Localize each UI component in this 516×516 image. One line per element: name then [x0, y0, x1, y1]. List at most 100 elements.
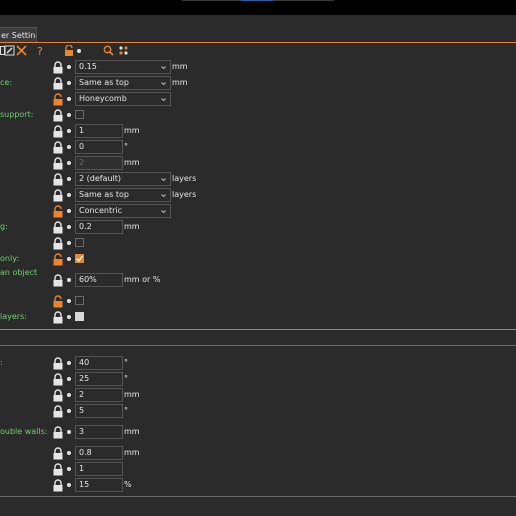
- setting-combo[interactable]: Same as top: [75, 188, 171, 202]
- setting-checkbox[interactable]: [75, 296, 84, 305]
- system-value-dot-icon[interactable]: [67, 299, 71, 303]
- unlock-icon[interactable]: [52, 205, 64, 218]
- lock-icon[interactable]: [52, 157, 64, 170]
- system-value-dot-icon[interactable]: [67, 97, 71, 101]
- system-value-dot-icon[interactable]: [67, 177, 71, 181]
- setting-row: 5 °: [0, 404, 516, 420]
- lock-icon[interactable]: [52, 141, 64, 154]
- unit-label: layers: [172, 174, 197, 183]
- system-value-dot-icon[interactable]: [67, 315, 71, 319]
- system-value-dot-icon[interactable]: [67, 467, 71, 471]
- system-value-dot-icon[interactable]: [67, 145, 71, 149]
- setting-combo[interactable]: 0.15: [75, 60, 171, 74]
- unit-label: mm: [124, 126, 140, 135]
- setting-value: 60%: [79, 275, 97, 284]
- lock-icon[interactable]: [52, 173, 64, 186]
- lock-icon[interactable]: [52, 61, 64, 74]
- system-value-dot-icon[interactable]: [67, 409, 71, 413]
- lock-icon[interactable]: [52, 311, 64, 324]
- setting-value: 0.8: [79, 448, 92, 457]
- unlock-icon[interactable]: [52, 93, 64, 106]
- setting-value: 2 (default): [79, 174, 122, 183]
- setting-checkbox[interactable]: [75, 254, 84, 263]
- system-value-dot-icon[interactable]: [67, 65, 71, 69]
- system-value-dot-icon[interactable]: [67, 209, 71, 213]
- setting-checkbox[interactable]: [75, 238, 84, 247]
- setting-input[interactable]: 5: [75, 404, 123, 418]
- setting-input[interactable]: 60%: [75, 273, 123, 287]
- system-value-dot-icon[interactable]: [67, 451, 71, 455]
- setting-input[interactable]: 1: [75, 124, 123, 138]
- setting-input[interactable]: 2: [75, 388, 123, 402]
- compare-icon[interactable]: [118, 45, 129, 56]
- lock-icon[interactable]: [52, 479, 64, 492]
- setting-label: only:: [0, 254, 20, 263]
- setting-checkbox[interactable]: [75, 110, 84, 119]
- delete-icon[interactable]: [16, 45, 27, 56]
- unlock-icon[interactable]: [52, 253, 64, 266]
- system-value-dot-icon[interactable]: [67, 361, 71, 365]
- system-value-dot-icon[interactable]: [67, 241, 71, 245]
- lock-icon[interactable]: [52, 463, 64, 476]
- setting-row: : 40 °: [0, 356, 516, 372]
- setting-value: Concentric: [79, 206, 122, 215]
- lock-icon[interactable]: [52, 221, 64, 234]
- tab-underline: [0, 42, 516, 43]
- system-value-dot-icon[interactable]: [67, 113, 71, 117]
- system-value-dot-icon[interactable]: [67, 225, 71, 229]
- setting-input[interactable]: 25: [75, 372, 123, 386]
- setting-row: [0, 294, 516, 310]
- system-value-dot-icon[interactable]: [67, 278, 71, 282]
- setting-label: ouble walls:: [0, 427, 48, 436]
- system-value-dot-icon[interactable]: [67, 393, 71, 397]
- lock-icon[interactable]: [52, 77, 64, 90]
- setting-input[interactable]: 3: [75, 425, 123, 439]
- setting-input[interactable]: 2: [75, 156, 123, 170]
- setting-input[interactable]: 15: [75, 478, 123, 492]
- setting-value: 0: [79, 142, 85, 151]
- system-value-dot-icon[interactable]: [67, 81, 71, 85]
- setting-input[interactable]: 0: [75, 140, 123, 154]
- unlock-icon[interactable]: [64, 45, 74, 56]
- system-value-dot-icon[interactable]: [67, 377, 71, 381]
- setting-input[interactable]: 0.8: [75, 446, 123, 460]
- lock-icon[interactable]: [52, 405, 64, 418]
- setting-value: 2: [79, 390, 85, 399]
- setting-combo[interactable]: Honeycomb: [75, 92, 171, 106]
- setting-checkbox[interactable]: [75, 312, 84, 321]
- lock-icon[interactable]: [52, 389, 64, 402]
- system-value-dot-icon[interactable]: [67, 129, 71, 133]
- setting-value: 40: [79, 358, 90, 367]
- setting-input[interactable]: 40: [75, 356, 123, 370]
- setting-row: layers:: [0, 310, 516, 326]
- lock-icon[interactable]: [52, 189, 64, 202]
- lock-icon[interactable]: [52, 357, 64, 370]
- edit-icon[interactable]: [4, 45, 15, 56]
- lock-icon[interactable]: [52, 109, 64, 122]
- search-icon[interactable]: [103, 45, 114, 56]
- lock-icon[interactable]: [52, 426, 64, 439]
- lock-icon[interactable]: [52, 237, 64, 250]
- system-value-dot-icon[interactable]: [67, 161, 71, 165]
- setting-value: Same as top: [79, 190, 129, 199]
- setting-input[interactable]: 1: [75, 462, 123, 476]
- lock-icon[interactable]: [52, 447, 64, 460]
- tab-settings[interactable]: er Settings: [0, 27, 37, 42]
- setting-input[interactable]: 0.2: [75, 220, 123, 234]
- system-value-dot-icon[interactable]: [67, 430, 71, 434]
- setting-row: [0, 236, 516, 252]
- setting-label: an object: [0, 268, 38, 277]
- lock-icon[interactable]: [52, 373, 64, 386]
- setting-row: support:: [0, 108, 516, 124]
- system-value-dot-icon[interactable]: [67, 193, 71, 197]
- setting-row: only:: [0, 252, 516, 268]
- help-icon[interactable]: ?: [36, 45, 45, 56]
- setting-combo[interactable]: 2 (default): [75, 172, 171, 186]
- lock-icon[interactable]: [52, 274, 64, 287]
- system-value-dot-icon[interactable]: [67, 483, 71, 487]
- lock-icon[interactable]: [52, 125, 64, 138]
- unlock-icon[interactable]: [52, 295, 64, 308]
- setting-combo[interactable]: Same as top: [75, 76, 171, 90]
- setting-combo[interactable]: Concentric: [75, 204, 171, 218]
- system-value-dot-icon[interactable]: [67, 257, 71, 261]
